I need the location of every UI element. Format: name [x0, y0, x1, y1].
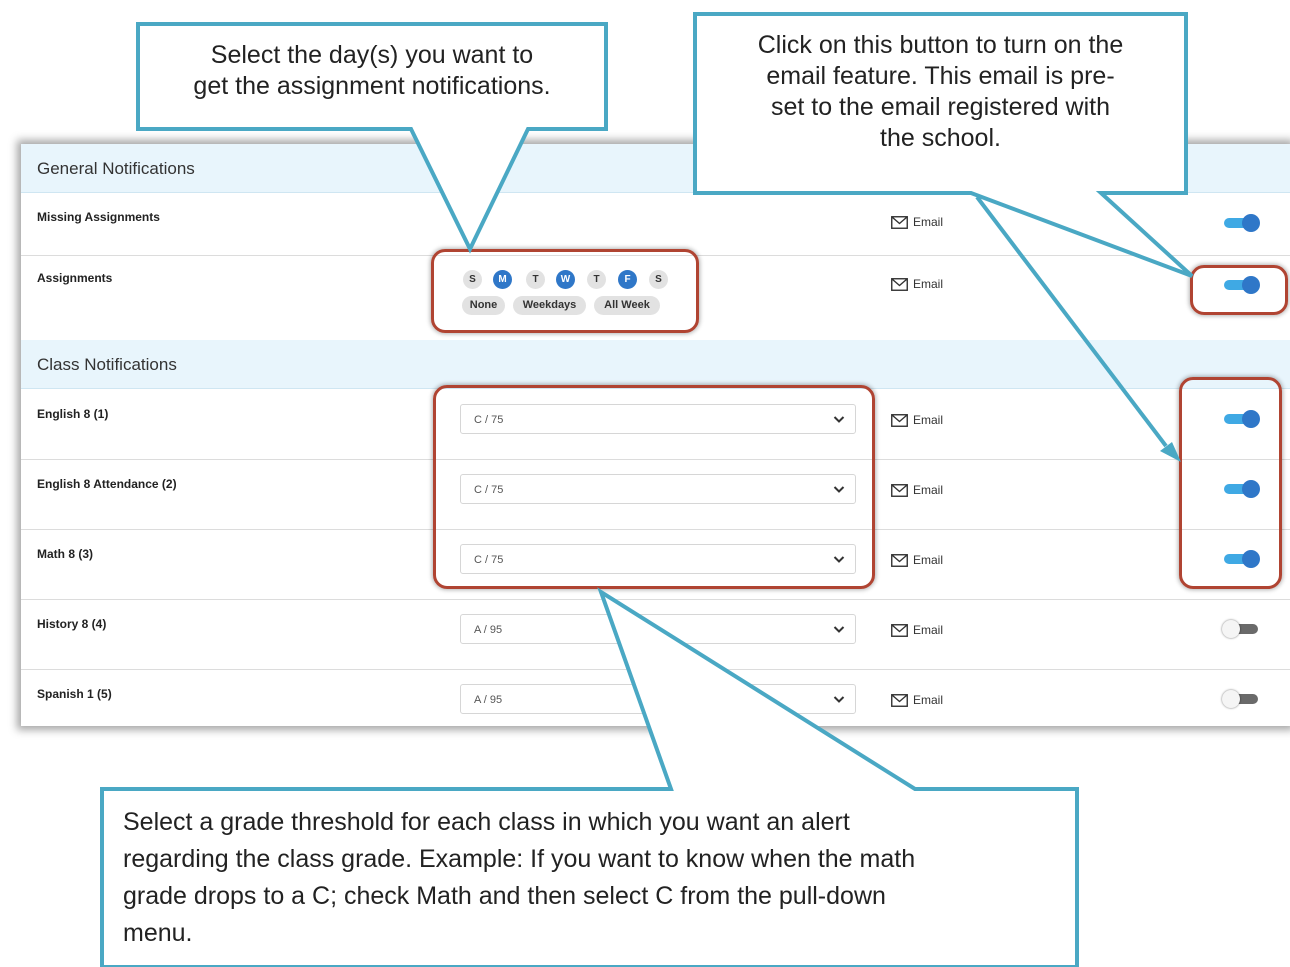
grade-callout-text: Select a grade threshold for each class …: [123, 808, 916, 947]
day-callout-text: Select the day(s) you want to get the as…: [193, 41, 551, 100]
email-callout-text: Click on this button to turn on the emai…: [757, 31, 1124, 152]
